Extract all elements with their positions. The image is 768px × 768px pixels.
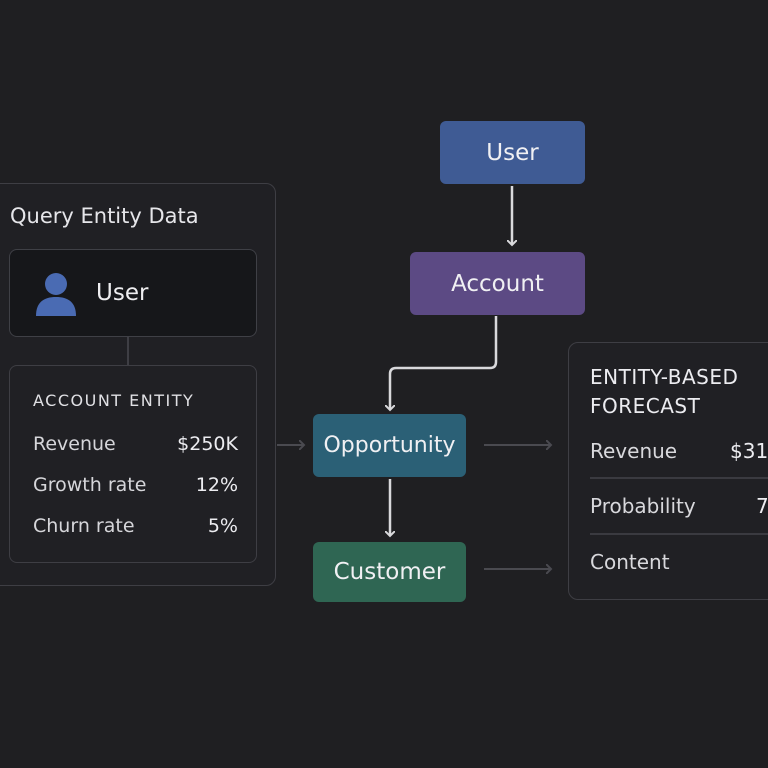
forecast-value: $310 — [730, 439, 768, 463]
forecast-value: 75 — [756, 494, 768, 518]
forecast-label: Revenue — [590, 439, 678, 463]
node-user[interactable]: User — [440, 121, 585, 184]
forecast-label: Content — [590, 550, 670, 574]
forecast-heading-line2: FORECAST — [590, 394, 701, 418]
arrow-account-opportunity — [390, 316, 498, 410]
forecast-heading: ENTITY-BASED FORECAST — [590, 363, 738, 421]
forecast-heading-line1: ENTITY-BASED — [590, 365, 739, 389]
forecast-label: Probability — [590, 494, 696, 518]
node-opportunity[interactable]: Opportunity — [313, 414, 466, 477]
forecast-panel: ENTITY-BASED FORECAST Revenue $310 Proba… — [568, 342, 768, 600]
divider — [590, 477, 768, 479]
node-customer[interactable]: Customer — [313, 542, 466, 602]
divider — [590, 533, 768, 535]
node-account[interactable]: Account — [410, 252, 585, 315]
